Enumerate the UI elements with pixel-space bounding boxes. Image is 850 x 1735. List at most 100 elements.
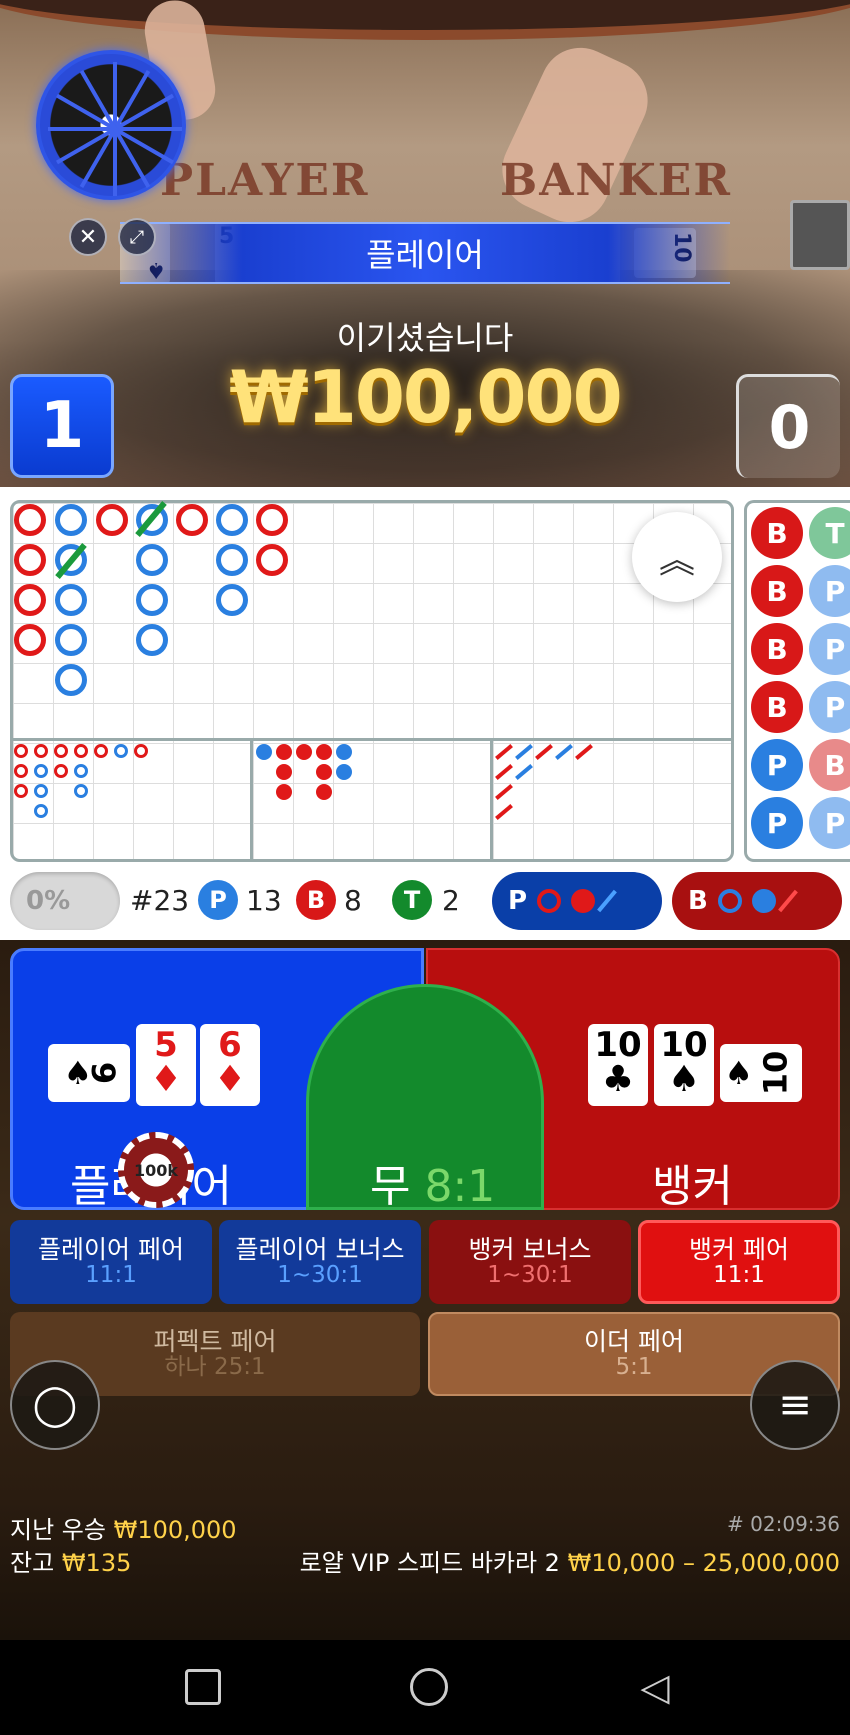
- bead-player: P: [809, 565, 850, 617]
- tie-odds: 8:1: [424, 1161, 496, 1212]
- small-road-mark: [316, 784, 332, 800]
- big-eye-mark: [134, 744, 148, 758]
- side-bet-label: 뱅커 보너스: [468, 1234, 592, 1264]
- bead-banker: B: [751, 623, 803, 675]
- big-eye-mark: [34, 804, 48, 818]
- side-bet-label: 플레이어 보너스: [235, 1234, 405, 1264]
- banker-predict-button[interactable]: B: [672, 872, 842, 930]
- banker-score: 0: [736, 374, 840, 478]
- playing-card: 5 ♦: [136, 1024, 196, 1106]
- big-eye-mark: [74, 744, 88, 758]
- table-limits: ₩10,000 – 25,000,000: [567, 1549, 840, 1577]
- bead-road[interactable]: B B B B P P T P P P B P: [744, 500, 850, 862]
- road-banker: [14, 624, 46, 656]
- playing-card: 10 ♠: [654, 1024, 714, 1106]
- bead-player: P: [751, 739, 803, 791]
- big-eye-mark: [34, 784, 48, 798]
- menu-icon[interactable]: ≡: [750, 1360, 840, 1450]
- big-eye-mark: [74, 764, 88, 778]
- player-bonus-bet[interactable]: 플레이어 보너스 1~30:1: [219, 1220, 421, 1304]
- player-score: 1: [10, 374, 114, 478]
- big-eye-mark: [14, 784, 28, 798]
- table-edge: [0, 0, 850, 40]
- last-win-label: 지난 우승: [10, 1516, 106, 1544]
- balance-label: 잔고: [10, 1549, 55, 1577]
- table-info: 로얄 VIP 스피드 바카라 2 ₩10,000 – 25,000,000: [300, 1543, 840, 1578]
- side-bet-odds: 11:1: [85, 1262, 137, 1289]
- playing-card: 10 ♣: [588, 1024, 648, 1106]
- side-bet-odds: 1~30:1: [487, 1262, 573, 1289]
- playing-card: ♠ 10: [720, 1044, 802, 1102]
- big-eye-mark: [14, 764, 28, 778]
- side-bet-label: 뱅커 페어: [689, 1234, 789, 1264]
- banker-count: 8: [344, 884, 362, 917]
- chat-icon[interactable]: ◯: [10, 1360, 100, 1450]
- small-road-mark: [256, 744, 272, 760]
- bead-banker: B: [751, 565, 803, 617]
- slash-icon: [777, 889, 798, 913]
- player-pair-bet[interactable]: 플레이어 페어 11:1: [10, 1220, 212, 1304]
- expand-icon[interactable]: ⤢: [118, 218, 156, 256]
- dot-icon: [751, 889, 776, 913]
- big-road[interactable]: [10, 500, 734, 862]
- collapse-chevron-icon[interactable]: ︽: [632, 512, 722, 602]
- road-player: [55, 624, 87, 656]
- win-amount: ₩100,000: [229, 355, 622, 439]
- road-player: [216, 584, 248, 616]
- ring-icon: [717, 889, 742, 913]
- ring-icon: [537, 889, 562, 913]
- small-road-mark: [336, 764, 352, 780]
- side-bet-odds: 11:1: [713, 1262, 765, 1289]
- small-road-mark: [276, 784, 292, 800]
- road-banker: [14, 544, 46, 576]
- home-icon[interactable]: [408, 1666, 450, 1708]
- win-message: 이기셨습니다: [336, 319, 514, 357]
- road-player: [136, 544, 168, 576]
- round-count: #23: [130, 884, 190, 917]
- big-eye-mark: [34, 744, 48, 758]
- bead-tie: T: [809, 507, 850, 559]
- winner-banner: 플레이어: [120, 222, 730, 284]
- small-road-mark: [296, 744, 312, 760]
- road-player: [55, 664, 87, 696]
- banker-label: 뱅커: [652, 1161, 733, 1212]
- balance-value: ₩135: [61, 1549, 132, 1577]
- small-road-mark: [316, 744, 332, 760]
- road-player: [55, 504, 87, 536]
- tie-label: 무 8:1: [370, 1150, 495, 1214]
- side-bet-odds: 5:1: [615, 1354, 653, 1381]
- felt-banker-text: BANKER: [500, 155, 732, 206]
- banker-pair-bet[interactable]: 뱅커 페어 11:1: [638, 1220, 840, 1304]
- chip-100k: 100k: [118, 1132, 194, 1208]
- road-player: [55, 584, 87, 616]
- predict-label: P: [508, 886, 528, 916]
- playing-card: ♠ 9: [48, 1044, 130, 1102]
- player-predict-button[interactable]: P: [492, 872, 662, 930]
- bead-player: P: [809, 797, 850, 849]
- player-badge: P: [198, 880, 238, 920]
- big-eye-mark: [54, 744, 68, 758]
- card-shoe: [790, 200, 850, 270]
- back-icon[interactable]: ◁: [634, 1665, 676, 1709]
- percent-toggle[interactable]: 0%: [10, 872, 120, 930]
- bonus-wheel-icon[interactable]: [36, 50, 186, 200]
- big-eye-mark: [14, 744, 28, 758]
- bead-player: P: [809, 681, 850, 733]
- road-player: [136, 624, 168, 656]
- banker-bonus-bet[interactable]: 뱅커 보너스 1~30:1: [429, 1220, 631, 1304]
- playing-card: 6 ♦: [200, 1024, 260, 1106]
- bead-banker: B: [751, 507, 803, 559]
- tie-text: 무: [370, 1161, 411, 1212]
- dot-icon: [571, 889, 596, 913]
- side-bet-label: 퍼펙트 페어: [153, 1326, 277, 1356]
- close-icon[interactable]: ✕: [69, 218, 107, 256]
- round-id: # 02:09:36: [727, 1512, 840, 1536]
- side-bet-label: 플레이어 페어: [38, 1234, 184, 1264]
- bead-player: P: [809, 623, 850, 675]
- small-road-mark: [276, 764, 292, 780]
- bead-banker: B: [809, 739, 850, 791]
- banker-badge: B: [296, 880, 336, 920]
- road-player: [216, 504, 248, 536]
- recents-icon[interactable]: [182, 1666, 224, 1708]
- big-eye-mark: [94, 744, 108, 758]
